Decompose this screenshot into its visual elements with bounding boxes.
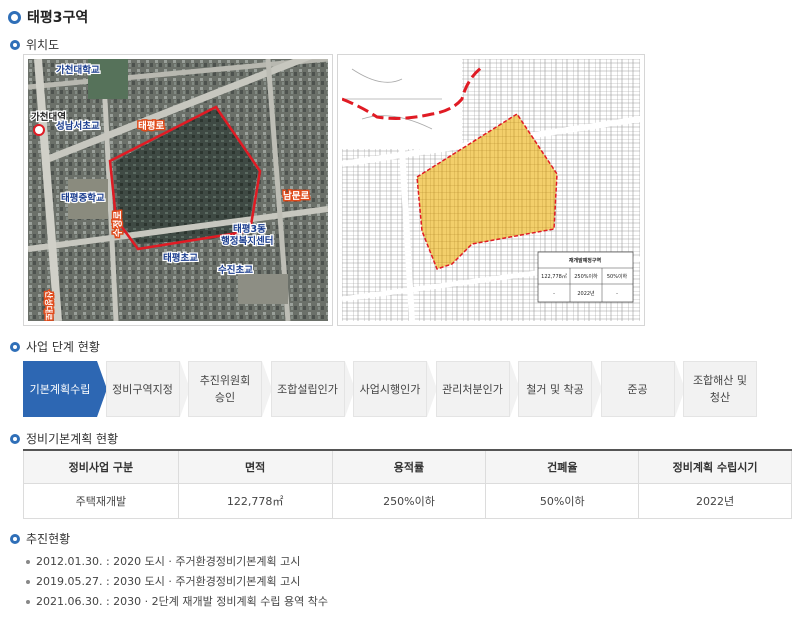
- step-9[interactable]: 조합해산 및 청산: [683, 361, 757, 417]
- page-title: 태평3구역: [27, 10, 89, 26]
- table-header-cell: 용적률: [331, 449, 487, 484]
- map-label: 태평로: [138, 120, 164, 132]
- zone-table-cell: 250%이하: [574, 273, 598, 280]
- map-label: 산성대로: [44, 291, 54, 321]
- section-progress-label: 추진현황: [26, 532, 71, 546]
- section-plan-label: 정비기본계획 현황: [26, 432, 119, 446]
- aerial-map: 가천대학교 가천대역 성남서초교 태평로 태평중학교 수정로 남문로 태평3동 …: [23, 54, 333, 326]
- table-header-cell: 건폐율: [485, 449, 640, 484]
- section-bullet-icon: [10, 433, 20, 444]
- list-item: 2012.01.30. : 2020 도시 · 주거환경정비기본계획 고시: [26, 552, 328, 572]
- table-cell: 50%이하: [485, 482, 640, 519]
- zone-table-cell: 122,778㎡: [541, 273, 567, 280]
- step-5[interactable]: 사업시행인가: [353, 361, 427, 417]
- step-4[interactable]: 조합설립인가: [270, 361, 345, 417]
- map-label: 태평초교: [163, 252, 198, 264]
- table-header-cell: 정비계획 수립시기: [638, 449, 792, 484]
- section-location-label: 위치도: [26, 38, 60, 52]
- table-row: 주택재개발 122,778㎡ 250%이하 50%이하 2022년: [23, 482, 792, 519]
- ring-bullet-icon: [8, 10, 21, 24]
- map-label: 수진초교: [218, 264, 253, 276]
- map-label: 태평중학교: [61, 192, 105, 204]
- list-item: 2021.06.30. : 2030 · 2단계 재개발 정비계획 수립 용역 …: [26, 592, 328, 612]
- section-bullet-icon: [10, 533, 20, 544]
- map-label: 수정로: [112, 211, 124, 237]
- map-label: 태평3동: [233, 223, 266, 235]
- table-cell: 122,778㎡: [177, 482, 333, 519]
- zone-table-cell: 50%이하: [607, 273, 628, 280]
- zone-table-cell: 2022년: [577, 290, 595, 297]
- step-7[interactable]: 철거 및 착공: [518, 361, 592, 417]
- section-steps-label: 사업 단계 현황: [26, 340, 100, 354]
- list-item: 2019.05.27. : 2030 도시 · 주거환경정비기본계획 고시: [26, 572, 328, 592]
- bullet-icon: [26, 580, 30, 584]
- table-cell: 주택재개발: [23, 482, 179, 519]
- map-label: 남문로: [283, 190, 309, 202]
- station-marker-icon: [33, 124, 45, 136]
- map-label: 성남서초교: [56, 120, 100, 132]
- table-cell: 250%이하: [331, 482, 487, 519]
- section-steps-heading: 사업 단계 현황: [10, 338, 100, 355]
- list-item-text: 2012.01.30. : 2020 도시 · 주거환경정비기본계획 고시: [36, 555, 301, 568]
- map-label: 행정복지센터: [221, 235, 273, 247]
- map-label: 가천대학교: [56, 64, 100, 76]
- section-plan-heading: 정비기본계획 현황: [10, 430, 118, 447]
- list-item-text: 2019.05.27. : 2030 도시 · 주거환경정비기본계획 고시: [36, 575, 301, 588]
- step-3[interactable]: 추진위원회 승인: [188, 361, 262, 417]
- table-header-cell: 면적: [177, 449, 333, 484]
- section-progress-heading: 추진현황: [10, 530, 70, 547]
- section-location-heading: 위치도: [10, 36, 59, 53]
- table-cell: 2022년: [638, 482, 792, 519]
- step-6[interactable]: 관리처분인가: [435, 361, 510, 417]
- section-bullet-icon: [10, 341, 20, 352]
- aerial-map-image: 가천대학교 가천대역 성남서초교 태평로 태평중학교 수정로 남문로 태평3동 …: [28, 59, 328, 321]
- table-header-cell: 정비사업 구분: [23, 449, 179, 484]
- list-item-text: 2021.06.30. : 2030 · 2단계 재개발 정비계획 수립 용역 …: [36, 595, 328, 608]
- step-8[interactable]: 준공: [600, 361, 675, 417]
- cadastral-map-image: 재개발예정구역 122,778㎡ 250%이하 50%이하 - 2022년 -: [342, 59, 640, 321]
- zone-table-title: 재개발예정구역: [569, 257, 602, 264]
- section-bullet-icon: [10, 39, 20, 50]
- table-header-row: 정비사업 구분 면적 용적률 건폐율 정비계획 수립시기: [23, 449, 792, 484]
- bullet-icon: [26, 600, 30, 604]
- cadastral-map: 재개발예정구역 122,778㎡ 250%이하 50%이하 - 2022년 -: [337, 54, 645, 326]
- step-2[interactable]: 정비구역지정: [105, 361, 180, 417]
- step-1[interactable]: 기본계획수립: [23, 361, 97, 417]
- bullet-icon: [26, 560, 30, 564]
- page-title-row: 태평3구역: [8, 6, 88, 28]
- progress-list: 2012.01.30. : 2020 도시 · 주거환경정비기본계획 고시 20…: [26, 552, 328, 612]
- zone-table-cell: -: [553, 291, 555, 297]
- plan-table: 정비사업 구분 면적 용적률 건폐율 정비계획 수립시기 주택재개발 122,7…: [23, 449, 792, 519]
- zone-table-cell: -: [616, 291, 618, 297]
